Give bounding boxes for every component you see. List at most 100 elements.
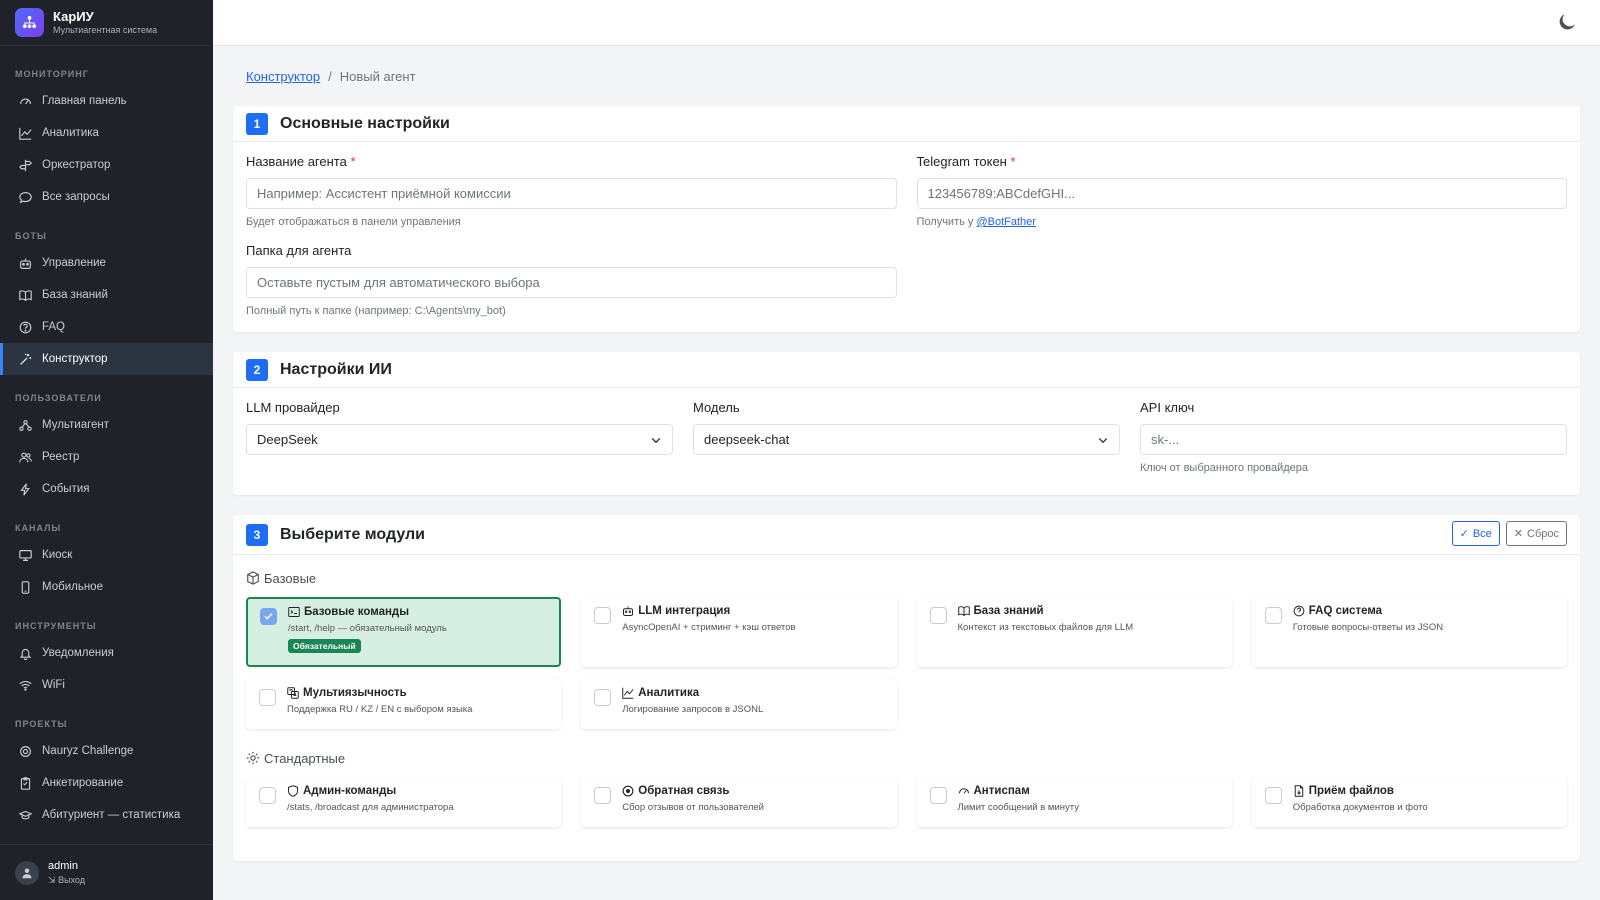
module-checkbox[interactable]: [929, 787, 947, 804]
sidebar-item-mobile[interactable]: Мобильное: [0, 571, 213, 603]
module-checkbox[interactable]: [259, 787, 276, 804]
avatar: [15, 860, 39, 885]
lightning-icon: [18, 482, 32, 496]
sidebar-item-label: Nauryz Challenge: [42, 745, 134, 757]
sidebar-item-registry[interactable]: Реестр: [0, 441, 213, 473]
check-icon: ✓: [1459, 528, 1469, 540]
module-file-upload[interactable]: Приём файлов Обработка документов и фото: [1251, 777, 1567, 827]
module-checkbox[interactable]: [929, 607, 947, 624]
speedometer-icon: [958, 785, 970, 797]
sidebar-item-knowledge-base[interactable]: База знаний: [0, 279, 213, 311]
module-title: LLM интеграция: [638, 605, 731, 617]
sidebar-item-survey[interactable]: Анкетирование: [0, 767, 213, 799]
sidebar-item-label: Уведомления: [42, 647, 114, 659]
sidebar-item-orchestrator[interactable]: Оркестратор: [0, 149, 213, 181]
module-checkbox[interactable]: [259, 689, 276, 706]
sidebar-item-nauryz[interactable]: Nauryz Challenge: [0, 735, 213, 767]
module-checkbox[interactable]: [594, 689, 612, 706]
box-icon: [246, 571, 260, 585]
sidebar-item-analytics[interactable]: Аналитика: [0, 117, 213, 149]
module-checkbox[interactable]: [260, 608, 277, 625]
llm-provider-select[interactable]: DeepSeek: [246, 424, 673, 455]
module-knowledge-base[interactable]: База знаний Контекст из текстовых файлов…: [916, 597, 1232, 667]
sidebar-item-label: Оркестратор: [42, 159, 111, 171]
sidebar-item-applicant-stats[interactable]: Абитуриент — статистика: [0, 799, 213, 831]
module-checkbox[interactable]: [594, 787, 612, 804]
basic-modules-grid: Базовые команды /start, /help — обязател…: [246, 597, 1567, 729]
api-key-label: API ключ: [1140, 400, 1195, 415]
model-value: deepseek-chat: [704, 432, 790, 447]
model-select[interactable]: deepseek-chat: [693, 424, 1120, 455]
group-standard-label: Стандартные: [246, 749, 1567, 767]
module-title: Аналитика: [638, 687, 700, 699]
botfather-link[interactable]: @BotFather: [976, 216, 1035, 228]
sidebar-item-label: FAQ: [42, 321, 66, 333]
module-desc: Обработка документов и фото: [1292, 802, 1428, 813]
card-title: Настройки ИИ: [280, 360, 392, 378]
module-checkbox[interactable]: [1264, 607, 1282, 624]
chevron-down-icon: [1098, 437, 1108, 443]
gear-icon: [18, 744, 32, 758]
module-checkbox[interactable]: [594, 607, 612, 624]
sidebar-item-dashboard[interactable]: Главная панель: [0, 85, 213, 117]
module-title: FAQ система: [1308, 605, 1383, 617]
module-desc: Готовые вопросы-ответы из JSON: [1292, 622, 1444, 633]
brand-subtitle: Мультиагентная система: [53, 25, 158, 35]
module-desc: Контекст из текстовых файлов для LLM: [957, 622, 1134, 633]
agent-name-input[interactable]: [246, 178, 897, 209]
sidebar-item-label: Управление: [42, 257, 106, 269]
person-icon: [22, 868, 32, 878]
module-basic-commands[interactable]: Базовые команды /start, /help — обязател…: [246, 597, 562, 667]
logout-link[interactable]: ⇲ Выход: [48, 875, 85, 886]
folder-input[interactable]: [246, 267, 897, 298]
module-checkbox[interactable]: [1264, 787, 1282, 804]
sidebar-item-label: Мультиагент: [42, 419, 110, 431]
chat-icon: [622, 785, 634, 797]
sidebar-item-multiagent[interactable]: Мультиагент: [0, 409, 213, 441]
sidebar-item-all-requests[interactable]: Все запросы: [0, 181, 213, 213]
module-admin-commands[interactable]: Админ-команды /stats, /broadcast для адм…: [246, 777, 562, 827]
sidebar-item-faq[interactable]: FAQ: [0, 311, 213, 343]
logout-label: Выход: [58, 874, 85, 885]
nav-section-users: ПОЛЬЗОВАТЕЛИ: [15, 393, 102, 403]
sidebar-item-label: Главная панель: [42, 95, 127, 107]
robot-icon: [622, 605, 634, 617]
module-llm-integration[interactable]: LLM интеграция AsyncOpenAI + стриминг + …: [581, 597, 897, 667]
theme-toggle-button[interactable]: [1558, 13, 1578, 33]
module-multilanguage[interactable]: Мультиязычность Поддержка RU / KZ / EN с…: [246, 679, 562, 729]
module-analytics[interactable]: Аналитика Логирование запросов в JSONL: [581, 679, 897, 729]
sidebar-item-notifications[interactable]: Уведомления: [0, 637, 213, 669]
breadcrumb-current: Новый агент: [339, 68, 416, 84]
select-all-button[interactable]: ✓ Все: [1451, 521, 1500, 546]
sidebar-item-kiosk[interactable]: Киоск: [0, 539, 213, 571]
sidebar-item-constructor[interactable]: Конструктор: [0, 343, 213, 375]
api-key-input[interactable]: [1140, 424, 1567, 455]
reset-button[interactable]: ✕ Сброс: [1505, 521, 1567, 546]
sidebar-item-events[interactable]: События: [0, 473, 213, 505]
nav-section-projects: ПРОЕКТЫ: [15, 719, 68, 729]
check-icon: [264, 613, 273, 620]
module-faq-system[interactable]: FAQ система Готовые вопросы-ответы из JS…: [1251, 597, 1567, 667]
card-title: Выберите модули: [280, 525, 426, 543]
topbar: [213, 0, 1600, 46]
sidebar-item-label: Конструктор: [42, 353, 108, 365]
brand[interactable]: КарИУ Мультиагентная система: [0, 0, 213, 46]
telegram-token-input[interactable]: [916, 178, 1567, 209]
translate-icon: [287, 687, 299, 699]
breadcrumb-root-link[interactable]: Конструктор: [246, 69, 320, 84]
modules-card: 3 Выберите модули ✓ Все ✕ Сброс Базовые: [233, 515, 1580, 861]
module-antispam[interactable]: Антиспам Лимит сообщений в минуту: [916, 777, 1232, 827]
book-icon: [957, 605, 970, 617]
sidebar-item-wifi[interactable]: WiFi: [0, 669, 213, 701]
sidebar-item-label: Абитуриент — статистика: [42, 809, 181, 821]
sidebar-item-label: Анкетирование: [42, 777, 124, 789]
user-name: admin: [48, 859, 78, 872]
ai-settings-card: 2 Настройки ИИ LLM провайдер DeepSeek Мо…: [233, 352, 1580, 495]
chevron-down-icon: [651, 437, 661, 443]
sidebar-item-label: WiFi: [42, 679, 65, 691]
module-title: Приём файлов: [1308, 785, 1394, 797]
close-icon: ✕: [1513, 528, 1524, 540]
sidebar-item-management[interactable]: Управление: [0, 247, 213, 279]
step-badge: 1: [246, 112, 268, 135]
module-feedback[interactable]: Обратная связь Сбор отзывов от пользоват…: [581, 777, 897, 827]
